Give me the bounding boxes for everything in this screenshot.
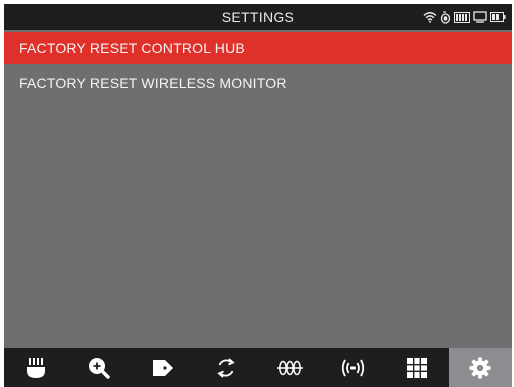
grid-icon [406, 357, 427, 378]
tag-icon [152, 359, 174, 377]
sensor-icon [440, 10, 451, 24]
wireless-icon [340, 358, 366, 378]
zoom-in-icon [88, 357, 110, 379]
menu-item-factory-reset-wireless-monitor[interactable]: FACTORY RESET WIRELESS MONITOR [4, 67, 512, 99]
signal-bars-icon [454, 11, 470, 23]
display-icon [473, 11, 487, 23]
menu-item-factory-reset-control-hub[interactable]: FACTORY RESET CONTROL HUB [4, 32, 512, 64]
top-bar: SETTINGS [4, 4, 512, 30]
zoom-in-button[interactable] [68, 348, 132, 387]
gear-icon [469, 357, 491, 379]
battery-icon [490, 12, 506, 22]
status-icons [423, 4, 506, 30]
coil-icon [276, 360, 304, 376]
refresh-icon [216, 357, 236, 379]
grid-button[interactable] [385, 348, 449, 387]
bottom-toolbar [4, 348, 512, 387]
wifi-icon [423, 11, 437, 23]
wireless-button[interactable] [322, 348, 386, 387]
tool-button[interactable] [4, 348, 68, 387]
tag-button[interactable] [131, 348, 195, 387]
settings-screen: SETTINGS FACTORY RESET CONTROL HUB FACTO… [4, 4, 512, 387]
refresh-button[interactable] [195, 348, 259, 387]
tool-icon [26, 357, 46, 379]
coil-button[interactable] [258, 348, 322, 387]
settings-button[interactable] [448, 348, 512, 387]
